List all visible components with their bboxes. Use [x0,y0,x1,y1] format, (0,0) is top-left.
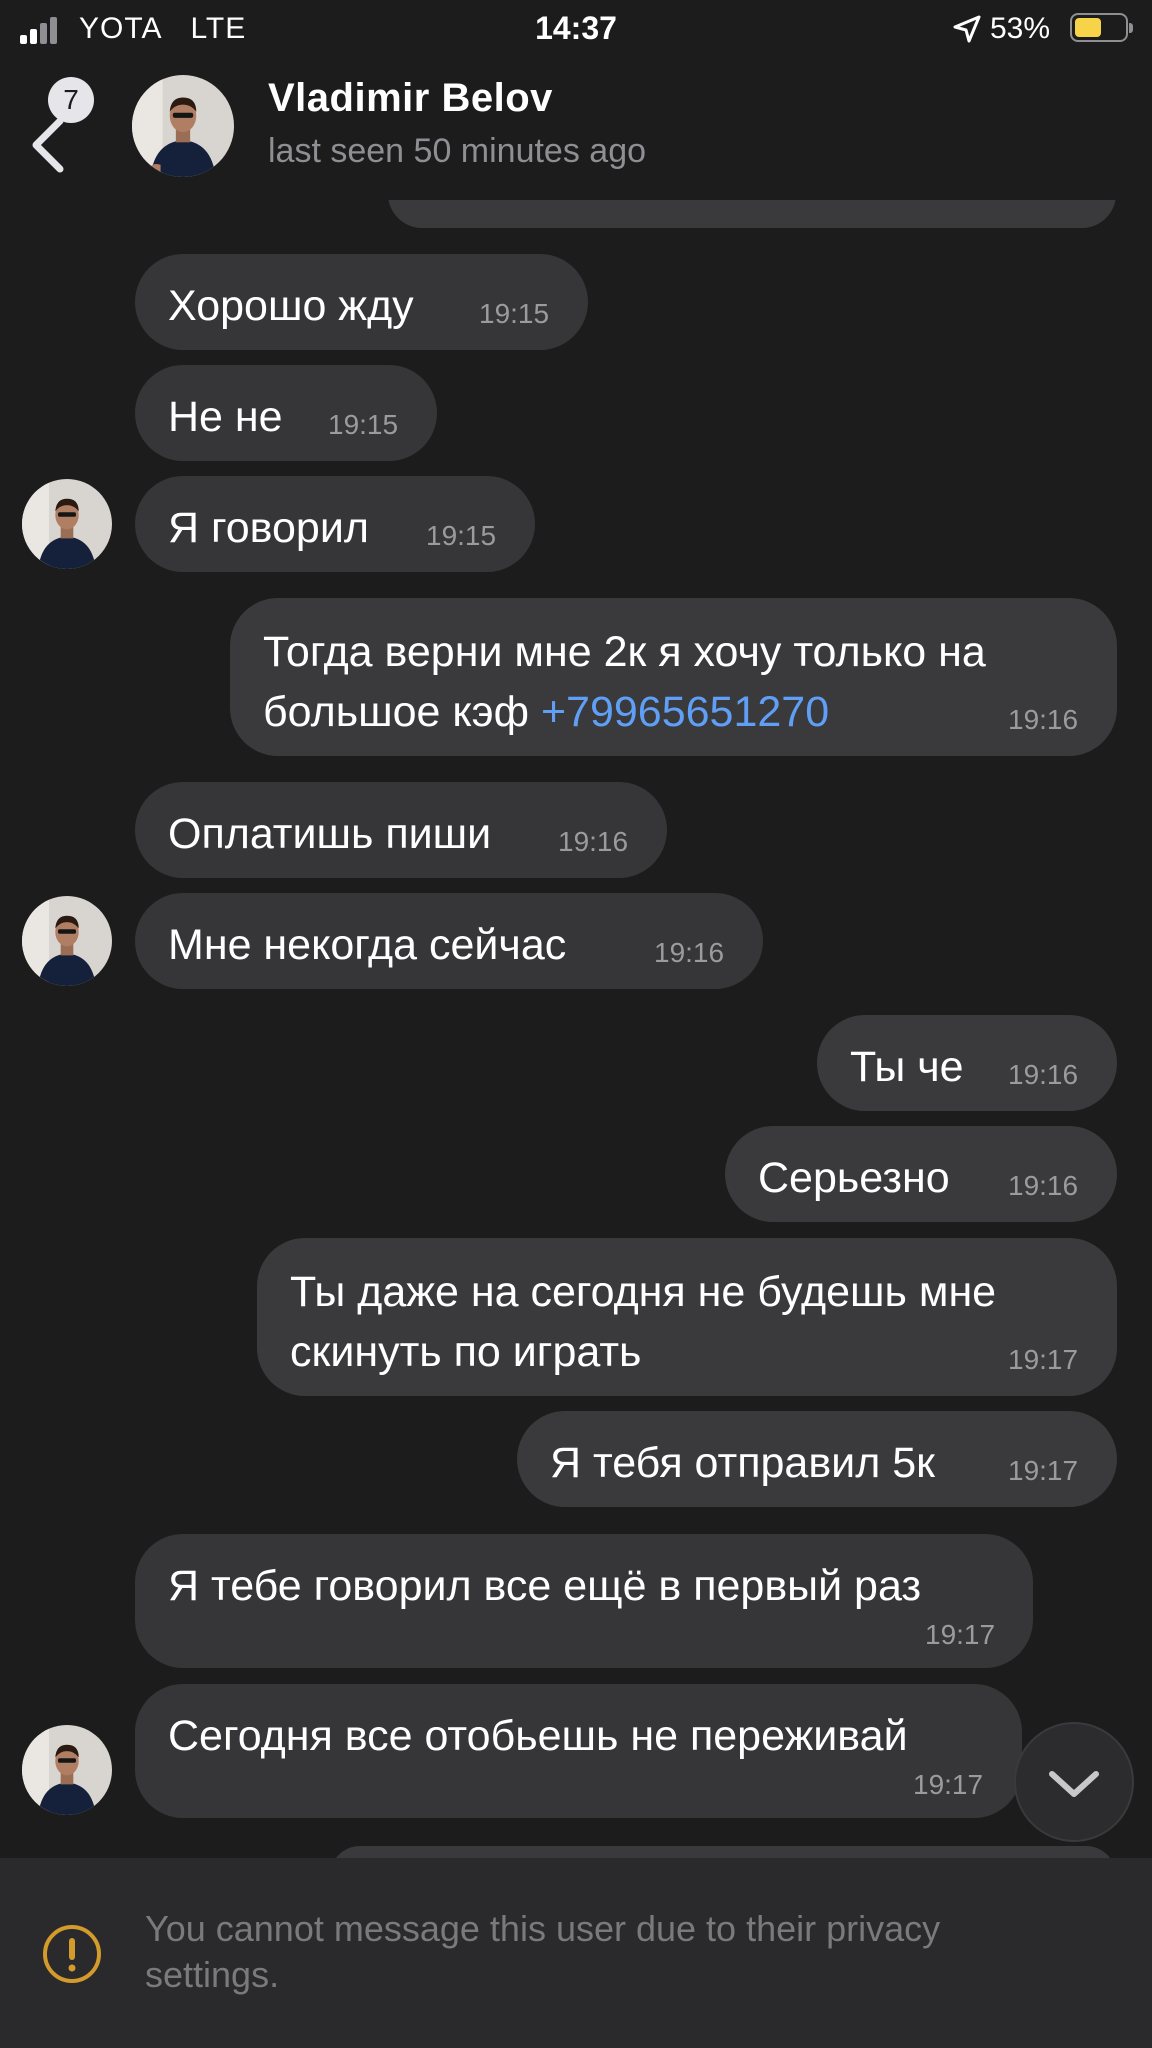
message-bubble-incoming[interactable]: Я говорил 19:15 [135,476,535,572]
scroll-to-bottom-button[interactable] [1014,1722,1134,1842]
message-time: 19:16 [654,937,725,968]
message-text: Оплатишь пиши [168,810,492,858]
message-text: Я тебя отправил 5к [550,1439,935,1487]
message-time: 19:16 [1008,704,1079,735]
contact-last-seen: last seen 50 minutes ago [268,132,647,170]
sender-avatar[interactable] [22,1725,112,1815]
status-bar: YOTA LTE 14:37 53% [0,0,1152,60]
message-time: 19:16 [1008,1059,1079,1090]
message-text: Ты че [850,1043,964,1091]
message-text: скинуть по играть [290,1328,642,1376]
message-text: большое кэф +79965651270 [263,688,830,736]
message-text: Хорошо жду [168,282,414,330]
message-time: 19:15 [328,409,399,440]
message-text: Тогда верни мне 2к я хочу только на [263,628,986,676]
location-arrow-icon [953,15,981,43]
message-text: Я тебе говорил все ещё в первый раз [168,1562,922,1610]
message-bubble-outgoing[interactable]: Тогда верни мне 2к я хочу только на боль… [230,598,1117,756]
message-bubble-outgoing[interactable]: Ты даже на сегодня не будешь мне скинуть… [257,1238,1117,1396]
chevron-down-icon [1049,1771,1099,1797]
message-text: Сегодня все отобьешь не переживай [168,1712,908,1760]
back-chevron-icon[interactable] [28,115,78,175]
message-time: 19:17 [925,1619,996,1650]
sender-avatar[interactable] [22,479,112,569]
message-bubble-outgoing[interactable]: Ты че 19:16 [817,1015,1117,1111]
message-bubble-outgoing[interactable]: Я тебя отправил 5к 19:17 [517,1411,1117,1507]
privacy-notice-bar: You cannot message this user due to thei… [0,1858,1152,2048]
message-bubble-outgoing[interactable]: Серьезно 19:16 [725,1126,1117,1222]
message-text: Мне некогда сейчас [168,921,567,969]
privacy-notice-text: You cannot message this user due to thei… [145,1908,941,1995]
message-time: 19:15 [426,520,497,551]
unread-count-badge[interactable]: 7 [48,77,94,123]
message-text: Не не [168,393,283,441]
message-bubble-incoming[interactable]: Я тебе говорил все ещё в первый раз 19:1… [135,1534,1033,1668]
message-text: Ты даже на сегодня не будешь мне [290,1268,997,1316]
message-bubble-incoming[interactable]: Не не 19:15 [135,365,437,461]
battery-icon [1070,13,1133,42]
message-bubble-incoming[interactable]: Мне некогда сейчас 19:16 [135,893,763,989]
message-time: 19:15 [479,298,550,329]
message-bubble-incoming[interactable]: Хорошо жду 19:15 [135,254,588,350]
battery-percent: 53% [990,12,1051,45]
message-bubble-incoming[interactable]: Оплатишь пиши 19:16 [135,782,667,878]
message-text: Серьезно [758,1154,950,1202]
message-time: 19:16 [558,826,629,857]
message-text: Я говорил [168,504,369,552]
message-time: 19:17 [913,1769,984,1800]
sender-avatar[interactable] [22,896,112,986]
message-time: 19:16 [1008,1170,1079,1201]
message-time: 19:17 [1008,1344,1079,1375]
contact-avatar[interactable] [132,75,234,177]
message-time: 19:17 [1008,1455,1079,1486]
contact-name[interactable]: Vladimir Belov [268,76,553,121]
phone-link[interactable]: +79965651270 [541,688,829,736]
message-bubble-incoming[interactable]: Сегодня все отобьешь не переживай 19:17 [135,1684,1022,1818]
chat-header: 7 Vladimir Belov last seen 50 minutes ag… [0,60,1152,200]
warning-icon [43,1925,101,1983]
